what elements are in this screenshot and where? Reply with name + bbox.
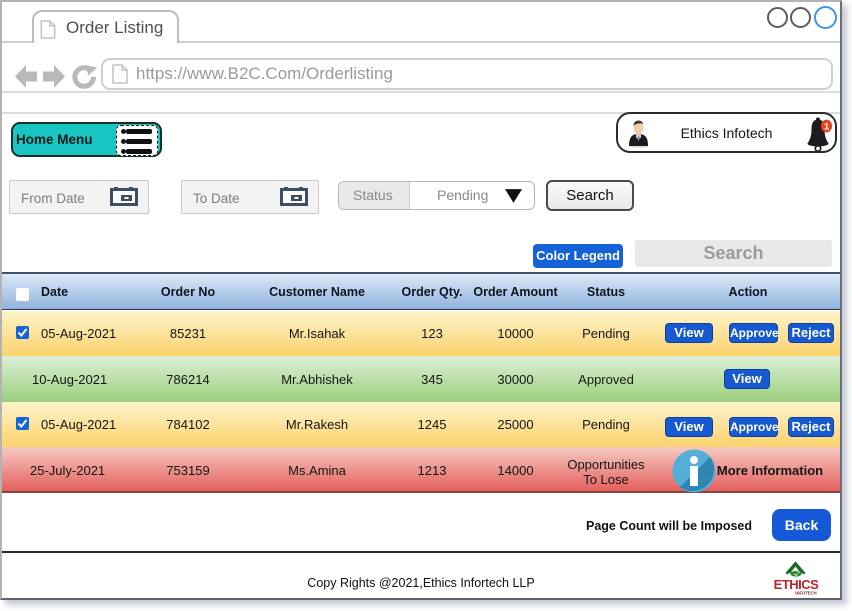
svg-text:1: 1 — [824, 121, 830, 132]
svg-text:INFOTECH: INFOTECH — [795, 591, 816, 596]
